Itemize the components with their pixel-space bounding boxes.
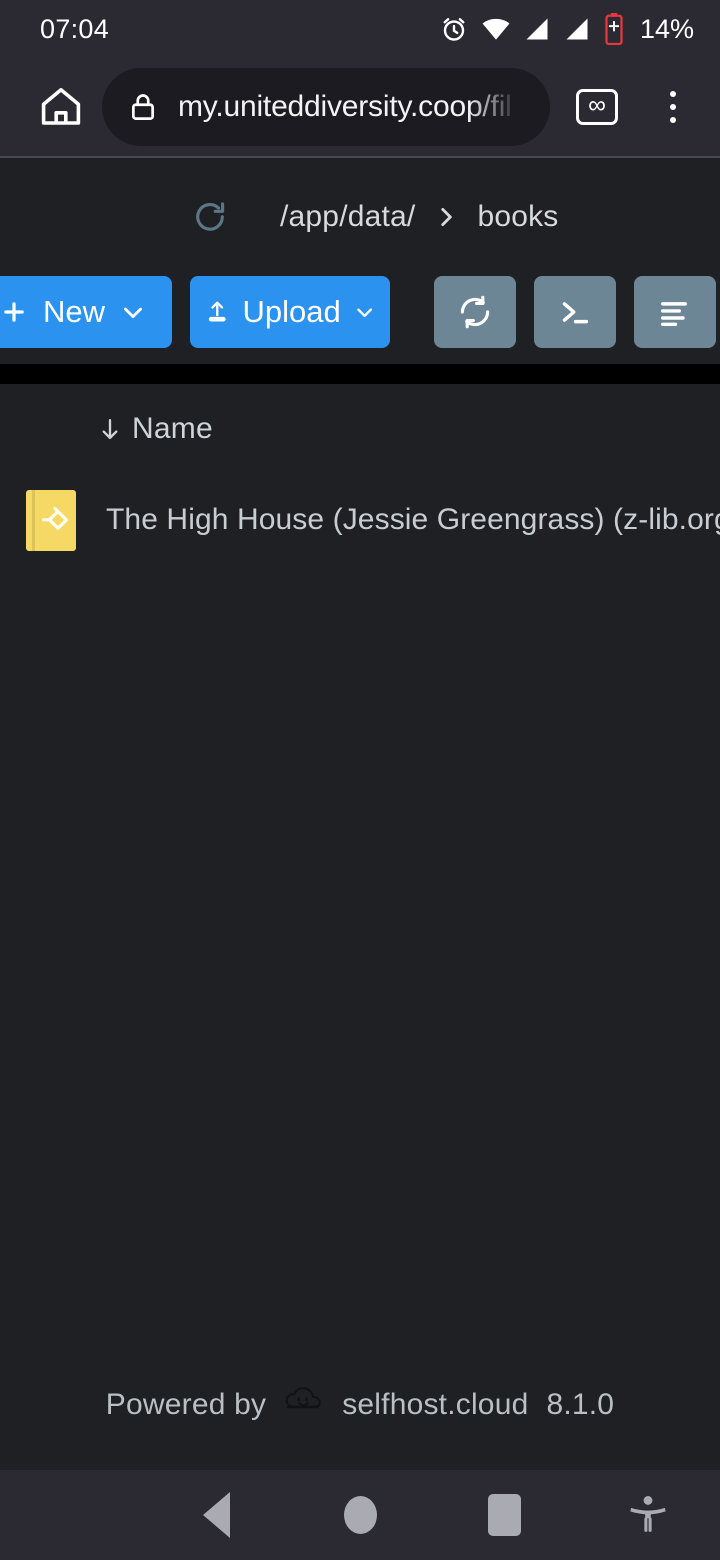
square-recents-icon bbox=[487, 1494, 521, 1536]
page-footer: Powered by selfhost.cloud 8.1.0 bbox=[0, 1360, 720, 1470]
file-list-header: Name bbox=[0, 384, 720, 474]
more-vertical-icon bbox=[670, 104, 676, 110]
list-menu-icon bbox=[661, 302, 687, 327]
url-text-wrap: my.uniteddiversity.coop/fil bbox=[178, 87, 528, 127]
sync-icon bbox=[460, 295, 490, 329]
browser-menu-button[interactable] bbox=[642, 76, 704, 138]
web-page-content: /app/data/ books New Upload Name The Hig… bbox=[0, 158, 720, 1470]
terminal-icon bbox=[562, 302, 589, 324]
url-text: my.uniteddiversity.coop/fil bbox=[178, 90, 512, 123]
signal-bar-icon bbox=[526, 18, 548, 40]
triangle-back-icon bbox=[202, 1492, 230, 1538]
battery-low-icon bbox=[605, 13, 623, 45]
more-vertical-icon bbox=[670, 91, 676, 97]
footer-product[interactable]: selfhost.cloud bbox=[342, 1388, 528, 1422]
table-row[interactable]: The High House (Jessie Greengrass) (z-li… bbox=[0, 474, 720, 566]
chevron-down-icon bbox=[124, 307, 142, 319]
home-button[interactable] bbox=[32, 78, 90, 136]
battery-percent-label: 14% bbox=[639, 13, 694, 44]
lock-icon-wrap bbox=[126, 90, 160, 124]
lock-icon bbox=[132, 94, 154, 120]
breadcrumb: /app/data/ books bbox=[0, 158, 720, 276]
home-icon bbox=[41, 88, 81, 125]
browser-toolbar: my.uniteddiversity.coop/fil ∞ bbox=[0, 58, 720, 158]
reload-icon bbox=[196, 202, 225, 231]
column-header-name[interactable]: Name bbox=[132, 412, 213, 446]
scroll-gutter-band bbox=[0, 364, 720, 384]
sync-button[interactable] bbox=[434, 276, 516, 348]
view-options-button[interactable] bbox=[634, 276, 716, 348]
chevron-right-icon bbox=[433, 204, 459, 230]
status-icons: 14% bbox=[439, 13, 694, 45]
nav-accessibility-button[interactable] bbox=[576, 1492, 720, 1538]
upload-button[interactable]: Upload bbox=[190, 276, 390, 348]
new-button[interactable]: New bbox=[0, 276, 172, 348]
footer-version: 8.1.0 bbox=[546, 1388, 615, 1421]
nav-home-button[interactable] bbox=[288, 1496, 432, 1534]
plus-icon bbox=[4, 302, 24, 322]
circle-home-icon bbox=[343, 1496, 377, 1534]
status-clock: 07:04 bbox=[40, 13, 110, 44]
new-button-label: New bbox=[42, 294, 105, 329]
breadcrumb-item-root[interactable]: /app/data/ bbox=[280, 200, 415, 234]
epub-book-icon bbox=[26, 489, 76, 551]
tab-counter-button[interactable]: ∞ bbox=[566, 76, 628, 138]
url-bar[interactable]: my.uniteddiversity.coop/fil bbox=[102, 68, 550, 146]
phone-screen: 07:04 14% my.uniteddiversity.coop/fil ∞ … bbox=[0, 0, 720, 1560]
upload-button-label: Upload bbox=[242, 294, 341, 329]
file-action-toolbar: New Upload bbox=[0, 276, 720, 364]
breadcrumb-item-books[interactable]: books bbox=[477, 200, 558, 234]
android-nav-bar bbox=[0, 1470, 720, 1560]
tab-counter-label: ∞ bbox=[588, 91, 606, 119]
footer-prefix: Powered by bbox=[105, 1388, 267, 1421]
android-status-bar: 07:04 14% bbox=[0, 0, 720, 58]
file-name-label: The High House (Jessie Greengrass) (z-li… bbox=[106, 503, 720, 536]
nav-recents-button[interactable] bbox=[432, 1494, 576, 1536]
arrow-down-icon[interactable] bbox=[96, 415, 124, 443]
upload-icon bbox=[208, 301, 226, 322]
signal-bar-icon bbox=[566, 18, 588, 40]
tab-counter-box: ∞ bbox=[576, 89, 618, 125]
nav-back-button[interactable] bbox=[144, 1492, 288, 1538]
epub-glyph-icon bbox=[42, 506, 69, 530]
alarm-clock-icon bbox=[443, 18, 465, 41]
chevron-down-icon bbox=[356, 308, 372, 318]
terminal-button[interactable] bbox=[534, 276, 616, 348]
accessibility-icon bbox=[630, 1496, 666, 1532]
more-vertical-icon bbox=[670, 117, 676, 123]
cloud-smile-icon bbox=[284, 1383, 324, 1415]
file-list-empty-space bbox=[0, 566, 720, 1360]
wifi-icon bbox=[482, 18, 510, 40]
reload-button[interactable] bbox=[192, 199, 228, 235]
